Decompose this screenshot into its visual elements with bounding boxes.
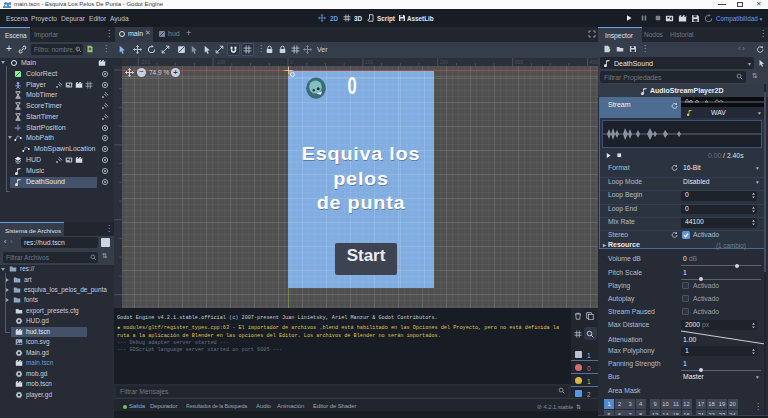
svg-text:-200: -200 xyxy=(140,59,150,65)
svg-text:400: 400 xyxy=(590,59,598,65)
svg-text:-100: -100 xyxy=(215,59,225,65)
svg-text:200: 200 xyxy=(440,59,449,65)
svg-text:100: 100 xyxy=(365,59,374,65)
svg-text:300: 300 xyxy=(515,59,524,65)
svg-text:0: 0 xyxy=(290,59,293,65)
